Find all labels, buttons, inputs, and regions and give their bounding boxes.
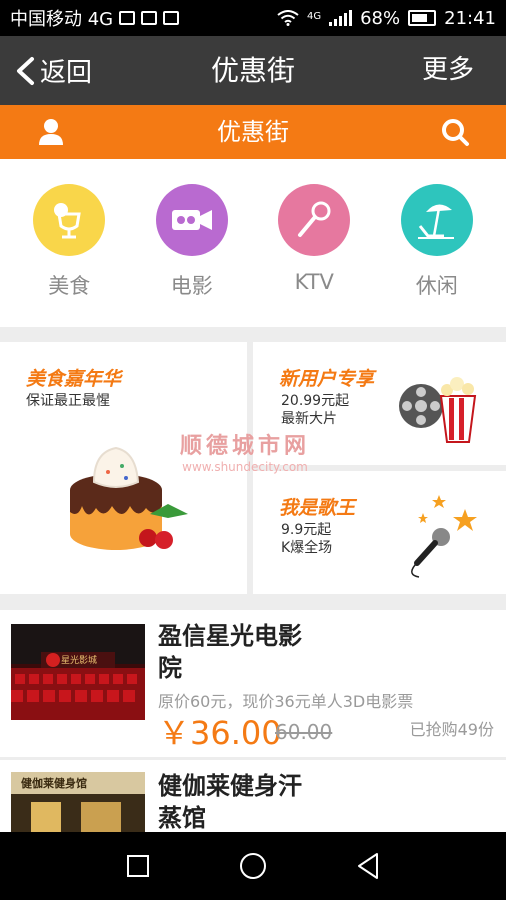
category-food-label: 美食 [48,274,91,298]
back-nav-button[interactable] [348,846,388,886]
promo-singer-line2: K爆全场 [281,540,333,556]
deal-title-line2: 院 [158,654,182,682]
recent-apps-button[interactable] [118,846,158,886]
signal-icon [329,10,353,26]
cinema-photo [11,624,145,720]
promo-new-user[interactable]: 新用户专享 20.99元起 最新大片 [253,342,506,465]
promo-singer-title: 我是歌王 [279,497,356,519]
deal-item-cinema[interactable]: 星光影城 盈信星光电影 院 原价60元，现价36元单人3D电影票 ￥36.00 … [0,610,506,757]
category-ktv-label: KTV [294,270,334,294]
sub-header: 优惠街 [0,105,506,159]
food-icon [33,184,106,256]
category-ktv[interactable]: KTV [259,159,369,327]
deal-title-line1: 盈信星光电影 [158,622,302,650]
cake-image [70,446,188,550]
deal-title-line2: 蒸馆 [158,804,206,832]
more-button[interactable]: 更多 [422,36,474,105]
category-movie-label: 电影 [170,274,213,298]
user-icon[interactable] [36,117,66,147]
carrier-label: 中国移动 4G [10,9,114,30]
promo-food-carnival[interactable]: 美食嘉年华 保证最正最惺 [0,342,247,594]
app-notification-icon [163,11,180,25]
category-leisure[interactable]: 休闲 [382,159,492,327]
promo-singer-line1: 9.9元起 [281,522,332,538]
deal-price: ￥36.00 [158,714,282,752]
image-icon [141,11,158,25]
category-leisure-label: 休闲 [415,274,458,298]
microphone-stars-image [411,495,477,578]
category-movie[interactable]: 电影 [137,159,247,327]
promo-newuser-line2: 最新大片 [281,411,337,427]
promo-food-line1: 保证最正最惺 [26,393,110,409]
promo-newuser-line1: 20.99元起 [281,393,350,409]
movie-icon [155,184,228,256]
title-bar: 返回 优惠街 更多 [0,36,506,105]
deal-title-line1: 健伽莱健身汗 [158,772,302,800]
promo-singer-king[interactable]: 我是歌王 9.9元起 K爆全场 [253,471,506,594]
deal-thumbnail: 健伽莱健身馆 [11,772,145,832]
deal-thumbnail: 星光影城 [11,624,145,720]
sub-title: 优惠街 [217,118,289,146]
chevron-left-icon [17,56,34,85]
search-icon[interactable] [440,117,470,147]
promo-food-title: 美食嘉年华 [26,368,122,390]
deal-original-price: 60.00 [275,720,333,744]
back-label: 返回 [40,58,93,88]
battery-percent: 68% [360,7,401,29]
category-food[interactable]: 美食 [14,159,124,327]
message-icon [119,11,136,25]
wifi-icon [277,10,299,26]
status-bar: 中国移动 4G 4G 68% 21:41 [0,0,506,36]
clock: 21:41 [444,7,496,29]
triangle-back-icon [358,853,379,879]
cinema-sign-text: 星光影城 [61,656,98,666]
deal-sold-count: 已抢购49份 [409,720,494,739]
battery-icon [408,10,437,26]
network-type: 4G [306,10,322,22]
microphone-icon [278,184,351,256]
home-button[interactable] [233,846,273,886]
system-nav-bar [0,832,506,900]
gym-sign-text: 健伽莱健身馆 [21,777,87,790]
square-icon [126,855,149,877]
back-button[interactable]: 返回 [14,36,92,105]
promo-newuser-title: 新用户专享 [279,368,375,390]
category-row: 美食 电影 KTV 休闲 [0,159,506,327]
beach-umbrella-icon [400,184,473,256]
deal-item-fitness[interactable]: 健伽莱健身馆 健伽莱健身汗 蒸馆 [0,760,506,832]
circle-icon [239,853,266,879]
film-popcorn-image [399,377,477,443]
